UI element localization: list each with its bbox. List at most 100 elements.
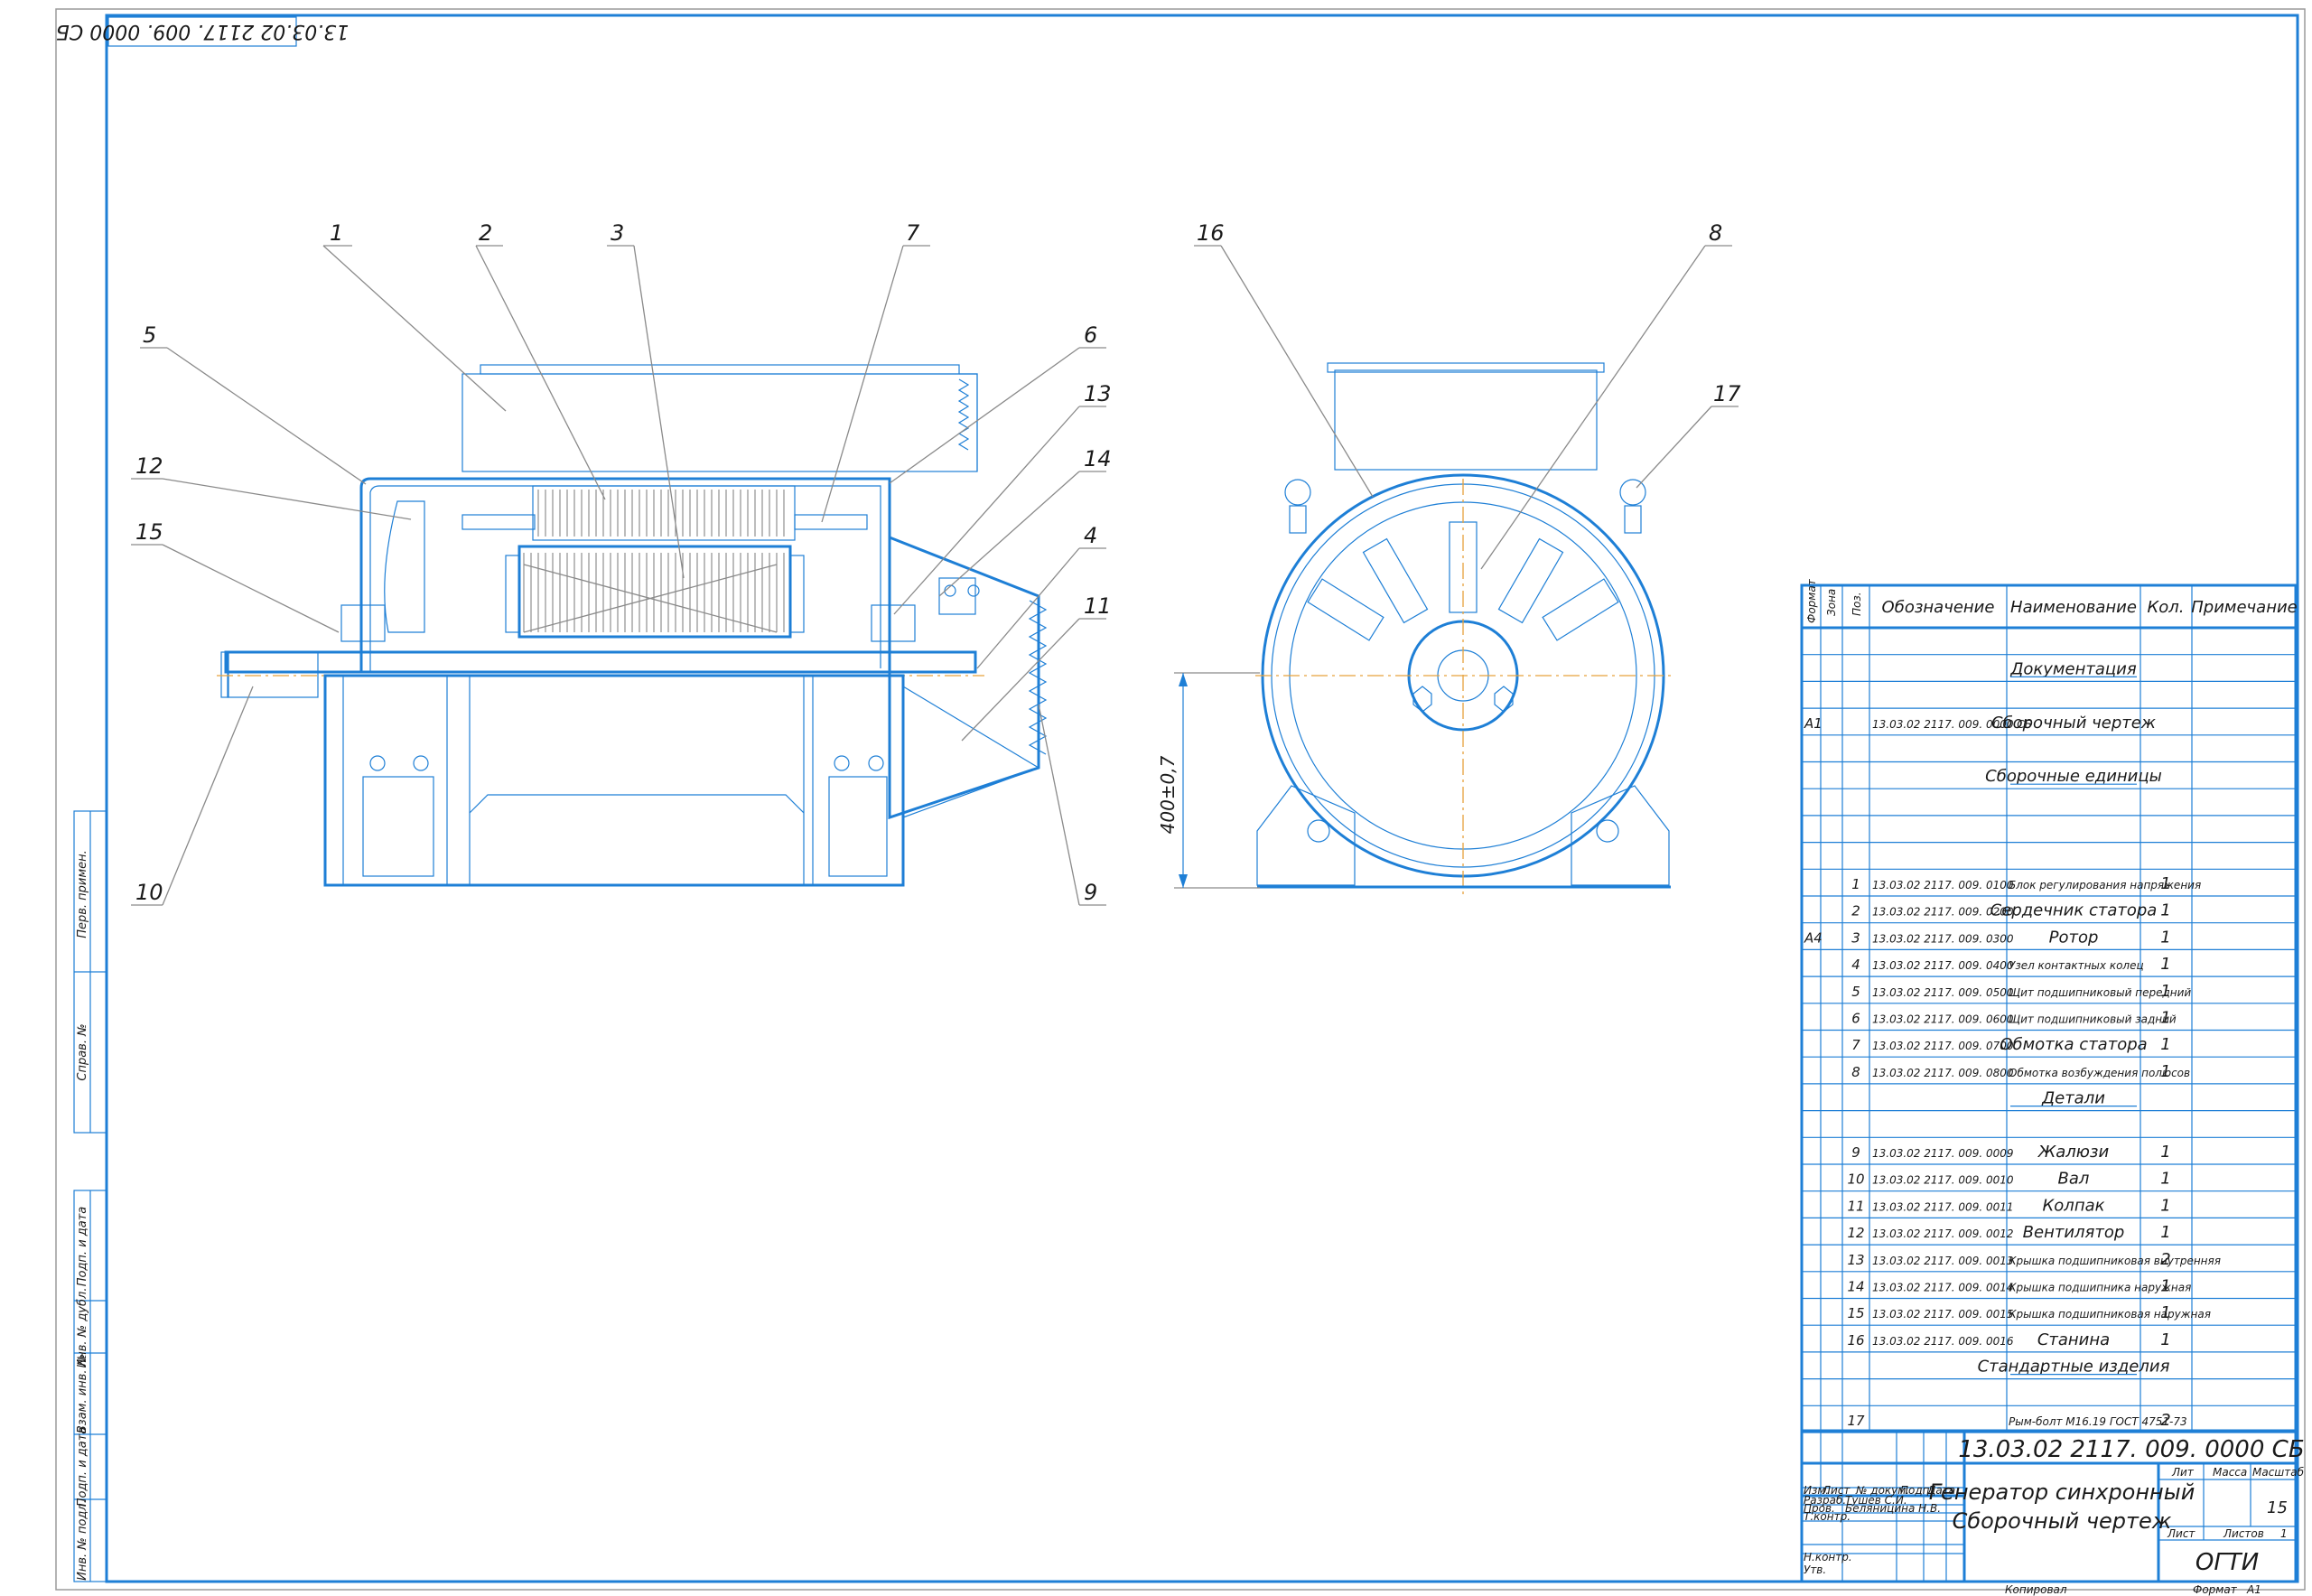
callout-4: 4 — [1084, 523, 1097, 548]
spec-cell-pos: 1 — [1851, 876, 1860, 892]
spec-cell-pos: 12 — [1847, 1225, 1864, 1241]
spec-section-title: Детали — [2041, 1089, 2105, 1108]
spec-cell-name: Вентилятор — [2023, 1223, 2125, 1242]
spec-cell-pos: 4 — [1851, 957, 1860, 973]
spec-cell-pos: 8 — [1851, 1064, 1860, 1080]
spec-cell-pos: 11 — [1847, 1198, 1864, 1214]
callout-5: 5 — [143, 322, 156, 348]
spec-cell-qty: 1 — [2160, 1277, 2170, 1296]
tb-role-utv: Утв. — [1804, 1563, 1826, 1576]
spec-header-pos: Поз. — [1851, 592, 1863, 616]
spec-cell-qty: 1 — [2160, 1009, 2170, 1028]
callout-8: 8 — [1709, 220, 1722, 246]
spec-cell-qty: 1 — [2160, 1143, 2170, 1162]
callout-7: 7 — [906, 220, 920, 246]
side-label-sprav: Справ. № — [76, 1023, 89, 1080]
spec-header-note: Примечание — [2191, 598, 2298, 617]
spec-cell-designation: 13.03.02 2117. 009. 0600 — [1872, 1013, 2014, 1026]
callout-3: 3 — [611, 220, 624, 246]
spec-cell-pos: 5 — [1851, 984, 1860, 1000]
tb-massa: Масса — [2213, 1466, 2247, 1479]
spec-cell-qty: 1 — [2160, 1196, 2170, 1215]
spec-rows: ДокументацияА1 13.03.02 2117. 009. 0000 С… — [1804, 659, 2221, 1430]
dimension-400: 400±0,7 — [1157, 755, 1179, 834]
front-end-view: 400±0,7 — [1157, 362, 1671, 894]
spec-cell-designation: 13.03.02 2117. 009. 0011 — [1872, 1200, 2014, 1213]
drawing-sheet: 13.03.02 2117. 009. 0000 СБ Перв. примен… — [55, 8, 2306, 1596]
tb-role-nkontr: Н.контр. — [1804, 1551, 1852, 1563]
footer-format: Формат — [2193, 1583, 2238, 1596]
side-stamp: Перв. примен. Справ. № Подп. и дата Инв.… — [73, 810, 107, 1582]
top-stamp: 13.03.02 2117. 009. 0000 СБ — [56, 16, 349, 47]
side-label-vzam: Взам. инв. № — [76, 1354, 89, 1433]
tb-lit: Лит — [2171, 1466, 2195, 1479]
spec-cell-designation: 13.03.02 2117. 009. 0010 — [1872, 1174, 2014, 1187]
spec-section-title: Сборочные единицы — [1985, 767, 2162, 786]
spec-cell-qty: 1 — [2160, 955, 2170, 974]
tb-listov-value: 1 — [2280, 1527, 2288, 1540]
spec-cell-name: Вал — [2058, 1170, 2090, 1189]
side-label-inv: Инв. № подл. — [76, 1499, 89, 1581]
callout-10: 10 — [135, 880, 163, 905]
callout-12: 12 — [135, 453, 163, 479]
spec-cell-name: Блок регулирования напряжения — [2009, 879, 2201, 891]
spec-cell-pos: 7 — [1851, 1037, 1860, 1053]
spec-cell-designation: 13.03.02 2117. 009. 0400 — [1872, 959, 2014, 972]
side-label-perv: Перв. примен. — [76, 850, 89, 938]
spec-header-name: Наименование — [2010, 598, 2137, 617]
spec-cell-designation: 13.03.02 2117. 009. 0009 — [1872, 1147, 2014, 1160]
title-line-2: Сборочный чертеж — [1953, 1508, 2172, 1534]
callout-9: 9 — [1084, 880, 1097, 905]
spec-header-designation: Обозначение — [1882, 598, 1995, 617]
spec-cell-qty: 1 — [2160, 1330, 2170, 1349]
footer-format-value: А1 — [2246, 1583, 2261, 1596]
spec-cell-qty: 1 — [2160, 1223, 2170, 1242]
spec-cell-qty: 2 — [2160, 1411, 2170, 1430]
callout-11: 11 — [1084, 593, 1112, 619]
callout-13: 13 — [1084, 381, 1112, 406]
spec-section-title: Документация — [2009, 659, 2136, 678]
spec-cell-qty: 1 — [2160, 1062, 2170, 1081]
spec-cell-qty: 1 — [2160, 1303, 2170, 1322]
spec-cell-pos: 13 — [1847, 1252, 1864, 1268]
spec-header-zone: Зона — [1825, 589, 1838, 616]
spec-cell-qty: 1 — [2160, 1035, 2170, 1054]
spec-cell-qty: 1 — [2160, 982, 2170, 1001]
top-stamp-text: 13.03.02 2117. 009. 0000 СБ — [56, 20, 349, 42]
spec-cell-name: Крышка подшипниковая наружная — [2009, 1308, 2211, 1321]
spec-cell-designation: 13.03.02 2117. 009. 0012 — [1872, 1227, 2014, 1240]
spec-cell-format: А4 — [1804, 929, 1823, 946]
spec-cell-name: Колпак — [2043, 1196, 2105, 1215]
spec-cell-designation: 13.03.02 2117. 009. 0100 — [1872, 879, 2014, 891]
tb-scale-value: 15 — [2267, 1498, 2288, 1517]
spec-header-qty: Кол. — [2147, 598, 2184, 617]
spec-cell-qty: 1 — [2160, 1170, 2170, 1189]
callout-16: 16 — [1197, 220, 1225, 246]
spec-cell-pos: 14 — [1847, 1279, 1864, 1295]
spec-cell-qty: 2 — [2160, 1250, 2170, 1269]
spec-cell-name: Жалюзи — [2037, 1143, 2110, 1162]
tb-list: Лист — [2167, 1527, 2195, 1540]
spec-cell-designation: 13.03.02 2117. 009. 0015 — [1872, 1308, 2014, 1321]
spec-cell-name: Ротор — [2049, 928, 2099, 947]
title-line-1: Генератор синхронный — [1929, 1479, 2195, 1505]
spec-cell-pos: 3 — [1851, 929, 1860, 946]
tb-name-prov: Беляницина Н.В. — [1845, 1502, 1941, 1515]
spec-header-format: Формат — [1805, 578, 1818, 623]
footer-kopiroval: Копировал — [2005, 1583, 2067, 1596]
spec-cell-designation: 13.03.02 2117. 009. 0016 — [1872, 1335, 2014, 1348]
spec-cell-name: Станина — [2037, 1330, 2110, 1349]
spec-cell-name: Щит подшипниковый задний — [2009, 1013, 2177, 1026]
spec-cell-designation: 13.03.02 2117. 009. 0014 — [1872, 1282, 2014, 1294]
spec-cell-pos: 10 — [1847, 1171, 1864, 1188]
spec-cell-pos: 17 — [1847, 1413, 1865, 1429]
tb-role-tkontr: Т.контр. — [1804, 1510, 1851, 1523]
tb-masshtab: Масштаб — [2252, 1466, 2305, 1479]
spec-section-title: Стандартные изделия — [1978, 1358, 2170, 1377]
tb-listov: Листов — [2223, 1527, 2264, 1540]
spec-cell-qty: 1 — [2160, 928, 2170, 947]
spec-cell-name: Сборочный чертеж — [1991, 714, 2157, 733]
side-section-view — [217, 364, 1048, 887]
side-label-podp1: Подп. и дата — [76, 1207, 89, 1287]
spec-cell-format: А1 — [1804, 715, 1823, 732]
